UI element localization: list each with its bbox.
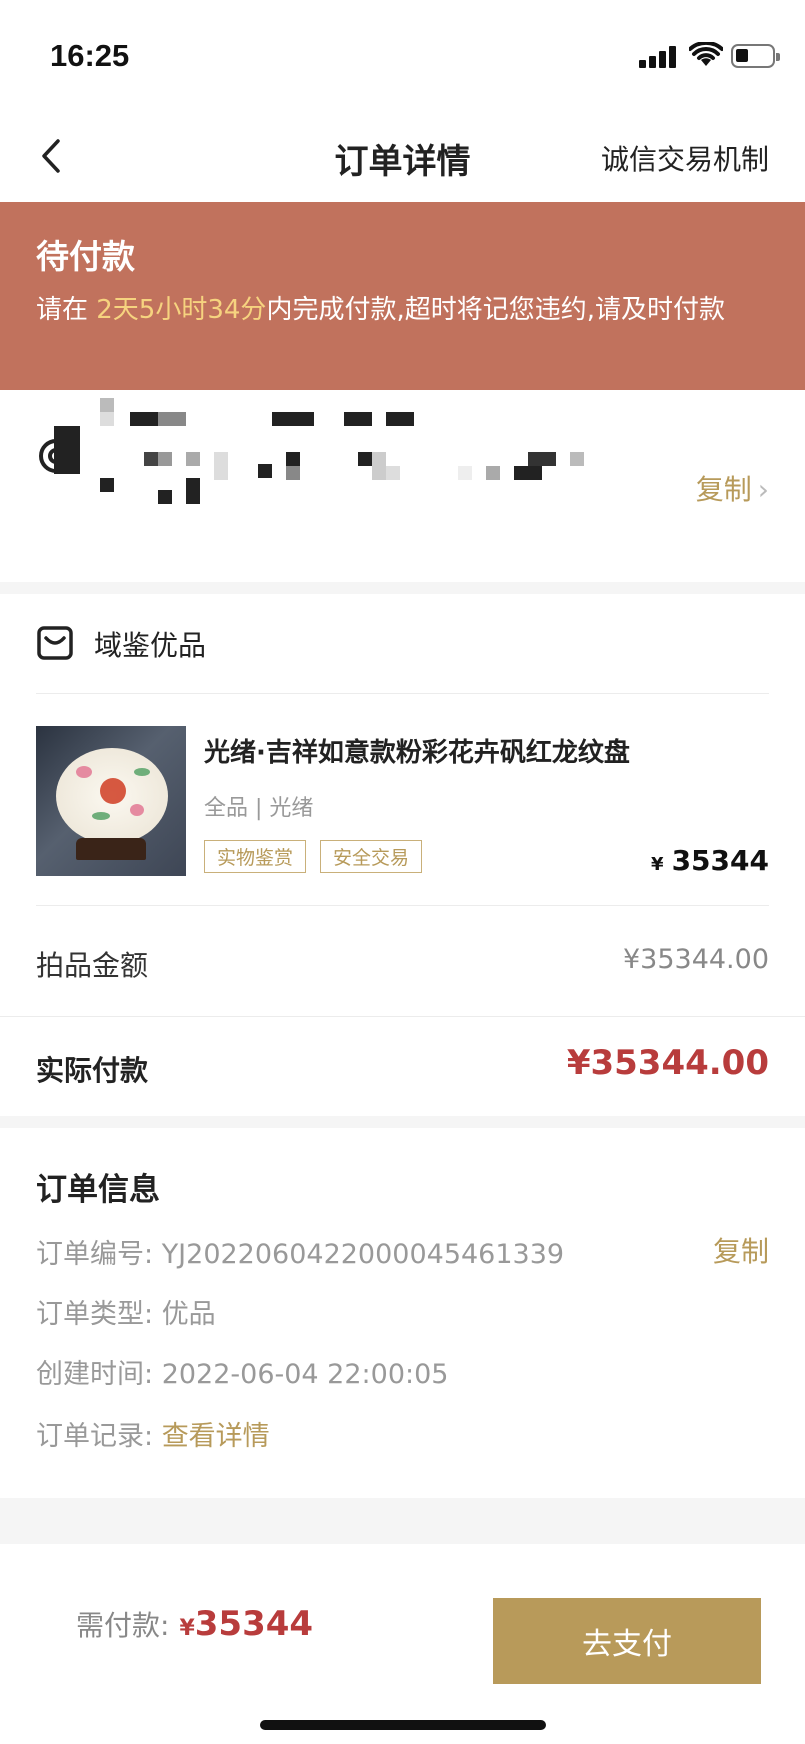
currency-symbol: ¥ [651,854,664,875]
created-time-line: 创建时间: 2022-06-04 22:00:05 [36,1352,448,1391]
goods-card: 域鉴优品 光绪·吉祥如意款粉彩花卉矾红龙纹盘 全品 | 光绪 实物鉴赏 安全交易 … [0,594,805,1116]
actual-payment-label: 实际付款 [36,1054,149,1087]
product-tags: 实物鉴赏 安全交易 [204,840,436,873]
shop-row[interactable]: 域鉴优品 [36,594,769,694]
order-info-card: 订单信息 订单编号: YJ2022060422000045461339 复制 订… [0,1128,805,1498]
banner-suffix: 内完成付款,超时将记您违约,请及时付款 [266,295,725,325]
product-price: ¥35344 [651,844,769,877]
countdown: 2天5小时34分 [96,295,267,325]
wifi-icon [689,42,723,66]
order-record-line: 订单记录: 查看详情 [36,1414,270,1453]
order-type-value: 优品 [161,1299,216,1330]
shop-name: 域鉴优品 [94,629,207,662]
address-card[interactable]: 复制 › [0,390,805,582]
auction-amount-label: 拍品金额 [36,949,149,982]
banner-prefix: 请在 [36,295,97,325]
nav-bar: 订单详情 诚信交易机制 [0,110,805,202]
tag-physical-appraisal: 实物鉴赏 [204,840,307,873]
order-info-heading: 订单信息 [36,1172,160,1208]
product-title: 光绪·吉祥如意款粉彩花卉矾红龙纹盘 [204,738,630,768]
copy-address-label: 复制 [695,473,752,506]
auction-amount-value: ¥35344.00 [622,944,769,975]
copy-order-number-button[interactable]: 复制 [713,1230,769,1270]
product-item[interactable]: 光绪·吉祥如意款粉彩花卉矾红龙纹盘 全品 | 光绪 实物鉴赏 安全交易 ¥3534… [36,694,769,906]
order-number-value: YJ2022060422000045461339 [161,1239,565,1270]
go-pay-button[interactable]: 去支付 [493,1598,761,1684]
bottom-pay-bar: 需付款: ¥35344 去支付 [0,1544,805,1744]
banner-message: 请在 2天5小时34分内完成付款,超时将记您违约,请及时付款 [36,290,769,330]
actual-payment-value: ¥35344.00 [566,1043,769,1083]
copy-address-button[interactable]: 复制 › [696,468,769,508]
status-bar: 16:25 [0,0,805,110]
tag-secure-trade: 安全交易 [320,840,423,873]
product-image [36,726,186,876]
need-pay-currency: ¥ [179,1616,195,1641]
signal-icon [639,46,679,68]
order-number-line: 订单编号: YJ2022060422000045461339 [36,1232,564,1271]
pending-payment-banner: 待付款 请在 2天5小时34分内完成付款,超时将记您违约,请及时付款 [0,202,805,390]
need-pay-amount: ¥35344 [179,1604,313,1644]
banner-title: 待付款 [36,237,135,276]
actual-payment-row: 实际付款 ¥35344.00 [0,1016,805,1116]
view-details-link[interactable]: 查看详情 [162,1421,270,1452]
created-time-value: 2022-06-04 22:00:05 [161,1359,449,1390]
auction-amount-row: 拍品金额 ¥35344.00 [36,906,769,1016]
need-pay-value: 35344 [194,1604,314,1644]
chevron-right-icon: › [757,473,769,506]
home-indicator [260,1720,546,1730]
order-number-label: 订单编号: [36,1239,162,1270]
product-price-value: 35344 [671,844,769,877]
integrity-mechanism-link[interactable]: 诚信交易机制 [601,138,769,178]
need-pay: 需付款: ¥35344 [76,1604,313,1644]
order-type-label: 订单类型: [36,1299,162,1330]
shop-icon [37,626,73,660]
created-time-label: 创建时间: [36,1359,162,1390]
battery-icon [731,44,780,68]
product-meta: 全品 | 光绪 [204,796,314,821]
status-time: 16:25 [50,38,130,73]
order-record-label: 订单记录: [36,1421,162,1452]
need-pay-label: 需付款: [76,1609,170,1642]
order-type-line: 订单类型: 优品 [36,1292,216,1331]
